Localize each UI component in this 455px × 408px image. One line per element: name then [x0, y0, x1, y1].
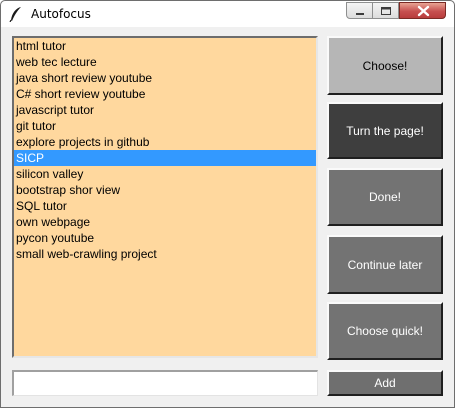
list-item[interactable]: java short review youtube: [14, 70, 316, 86]
list-item[interactable]: C# short review youtube: [14, 86, 316, 102]
list-item[interactable]: git tutor: [14, 118, 316, 134]
list-item[interactable]: javascript tutor: [14, 102, 316, 118]
maximize-icon: [381, 7, 391, 15]
close-button[interactable]: [399, 2, 446, 19]
list-item[interactable]: bootstrap shor view: [14, 182, 316, 198]
list-item[interactable]: small web-crawling project: [14, 246, 316, 262]
turn-page-button[interactable]: Turn the page!: [327, 102, 443, 159]
minimize-icon: [356, 13, 364, 15]
list-item[interactable]: explore projects in github: [14, 134, 316, 150]
list-item[interactable]: SICP: [14, 150, 316, 166]
choose-button[interactable]: Choose!: [327, 36, 443, 95]
list-item[interactable]: own webpage: [14, 214, 316, 230]
continue-later-button[interactable]: Continue later: [327, 235, 443, 294]
add-button[interactable]: Add: [327, 370, 443, 396]
maximize-button[interactable]: [373, 2, 399, 19]
new-task-input[interactable]: [12, 370, 318, 396]
task-listbox[interactable]: html tutor web tec lecture java short revi…: [12, 36, 318, 358]
list-item[interactable]: pycon youtube: [14, 230, 316, 246]
app-window: Autofocus html tutor web tec lecture java …: [0, 0, 455, 408]
title-bar[interactable]: Autofocus: [1, 1, 454, 27]
choose-quick-button[interactable]: Choose quick!: [327, 302, 443, 360]
list-item[interactable]: html tutor: [14, 38, 316, 54]
list-item[interactable]: SQL tutor: [14, 198, 316, 214]
window-title: Autofocus: [31, 7, 91, 21]
feather-icon: [9, 6, 23, 23]
done-button[interactable]: Done!: [327, 168, 443, 226]
minimize-button[interactable]: [346, 2, 373, 19]
list-item[interactable]: web tec lecture: [14, 54, 316, 70]
close-icon: [417, 5, 430, 17]
list-item[interactable]: silicon valley: [14, 166, 316, 182]
